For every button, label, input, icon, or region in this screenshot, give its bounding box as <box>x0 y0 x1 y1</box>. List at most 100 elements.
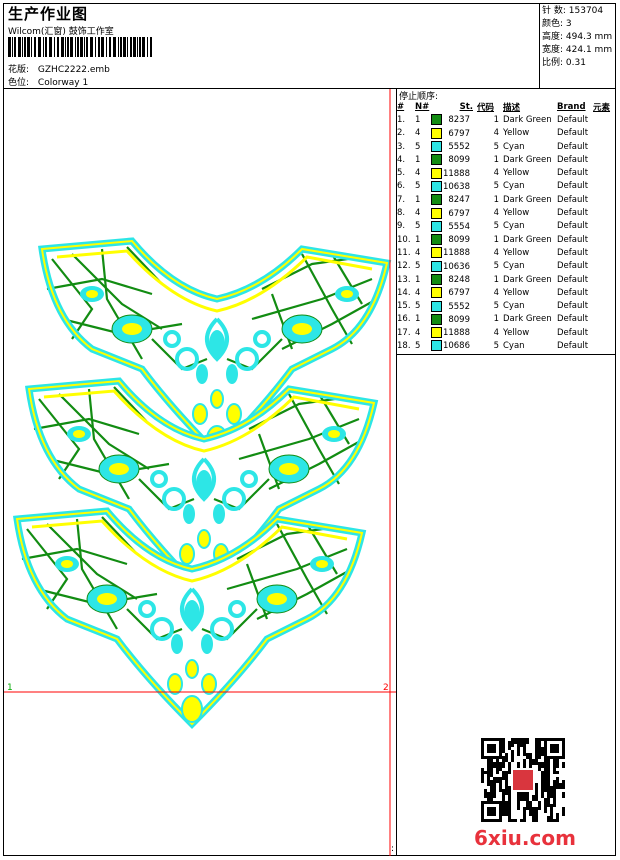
row-code: 5 <box>493 340 499 351</box>
row-stitches: 10686 <box>431 339 477 352</box>
row-code: 4 <box>493 208 499 219</box>
barcode-bar <box>45 37 47 57</box>
row-desc: Dark Green <box>503 274 552 285</box>
row-index: 4. <box>397 154 406 165</box>
stop-row: 13. 1 8248 1 Dark Green Default <box>397 273 617 286</box>
row-stitches: 5552 <box>431 140 477 153</box>
row-needle: 4 <box>415 287 421 298</box>
row-needle: 1 <box>415 314 421 325</box>
barcode-bar <box>49 37 52 57</box>
row-desc: Dark Green <box>503 194 552 205</box>
barcode-bar <box>127 37 128 57</box>
stops-bottom-divider <box>396 354 616 355</box>
color-swatch <box>431 154 442 166</box>
row-brand: Default <box>557 287 589 298</box>
width-value: 宽度: 424.1 mm <box>542 45 613 55</box>
row-element <box>593 127 617 140</box>
row-element <box>593 166 617 179</box>
colorway-value: Colorway 1 <box>37 78 89 88</box>
color-swatch <box>431 141 442 153</box>
row-stitches: 5554 <box>431 220 477 233</box>
row-stitches: 8237 <box>431 113 477 126</box>
row-element <box>593 193 617 206</box>
stats-divider <box>539 3 540 88</box>
row-stitches: 11888 <box>431 246 477 259</box>
qr-code <box>481 738 565 822</box>
row-index: 16. <box>397 314 411 325</box>
row-code: 1 <box>493 314 499 325</box>
row-element <box>593 313 617 326</box>
stats-panel: 针 数: 153704 颜色: 3 高度: 494.3 mm 宽度: 424.1… <box>542 5 612 70</box>
row-desc: Yellow <box>503 247 530 258</box>
row-desc: Yellow <box>503 208 530 219</box>
barcode-bar <box>95 37 96 57</box>
row-needle: 1 <box>415 114 421 125</box>
design-name-row: 花版: GZHC2222.emb <box>8 62 110 75</box>
row-code: 5 <box>493 221 499 232</box>
row-code: 4 <box>493 128 499 139</box>
row-stitches: 6797 <box>431 206 477 219</box>
stop-row: 10. 1 8099 1 Dark Green Default <box>397 233 617 246</box>
row-needle: 5 <box>415 221 421 232</box>
stop-row: 4. 1 8099 1 Dark Green Default <box>397 153 617 166</box>
barcode <box>8 37 152 57</box>
row-index: 1. <box>397 114 406 125</box>
row-index: 5. <box>397 168 406 179</box>
row-element <box>593 260 617 273</box>
color-swatch <box>431 220 442 232</box>
row-index: 10. <box>397 234 411 245</box>
row-stitches: 10638 <box>431 180 477 193</box>
barcode-bar <box>80 37 83 57</box>
barcode-bar <box>54 37 55 57</box>
row-code: 1 <box>493 114 499 125</box>
color-swatch <box>431 167 442 179</box>
row-element <box>593 273 617 286</box>
col-index: # <box>397 101 405 112</box>
barcode-bar <box>31 37 32 57</box>
row-element <box>593 113 617 126</box>
color-swatch <box>431 300 442 312</box>
row-element <box>593 286 617 299</box>
row-brand: Default <box>557 340 589 351</box>
row-desc: Cyan <box>503 181 525 192</box>
row-code: 1 <box>493 274 499 285</box>
colorway-row: 色位: Colorway 1 <box>8 75 88 88</box>
barcode-bar <box>84 37 85 57</box>
marker-1: 1 <box>7 683 13 693</box>
row-brand: Default <box>557 274 589 285</box>
row-stitches: 11888 <box>431 326 477 339</box>
barcode-bar <box>65 37 66 57</box>
col-desc: 描述 <box>503 102 521 113</box>
barcode-bar <box>130 37 132 57</box>
row-desc: Cyan <box>503 141 525 152</box>
row-stitches: 10636 <box>431 260 477 273</box>
barcode-bar <box>133 37 136 57</box>
watermark: 6xiu.com <box>474 826 576 850</box>
barcode-bar <box>75 37 76 57</box>
row-index: 14. <box>397 287 411 298</box>
col-brand: Brand <box>557 101 586 112</box>
row-element <box>593 206 617 219</box>
row-brand: Default <box>557 128 589 139</box>
row-needle: 5 <box>415 301 421 312</box>
color-swatch <box>431 327 442 339</box>
row-code: 4 <box>493 247 499 258</box>
row-needle: 4 <box>415 168 421 179</box>
barcode-bar <box>142 37 145 57</box>
stop-sequence-table: # N# St. 代码 描述 Brand 元素 1. 1 8237 1 Dark Gre… <box>397 100 617 353</box>
row-index: 3. <box>397 141 406 152</box>
row-needle: 5 <box>415 141 421 152</box>
row-code: 5 <box>493 261 499 272</box>
row-code: 4 <box>493 287 499 298</box>
barcode-bar <box>86 37 88 57</box>
row-index: 11. <box>397 247 411 258</box>
row-element <box>593 339 617 352</box>
row-desc: Dark Green <box>503 234 552 245</box>
row-desc: Cyan <box>503 301 525 312</box>
barcode-bar <box>18 37 21 57</box>
stitch-count: 针 数: 153704 <box>542 6 604 16</box>
barcode-bar <box>137 37 138 57</box>
stop-row: 9. 5 5554 5 Cyan Default <box>397 220 617 233</box>
row-index: 7. <box>397 194 406 205</box>
stop-row: 5. 4 11888 4 Yellow Default <box>397 166 617 179</box>
